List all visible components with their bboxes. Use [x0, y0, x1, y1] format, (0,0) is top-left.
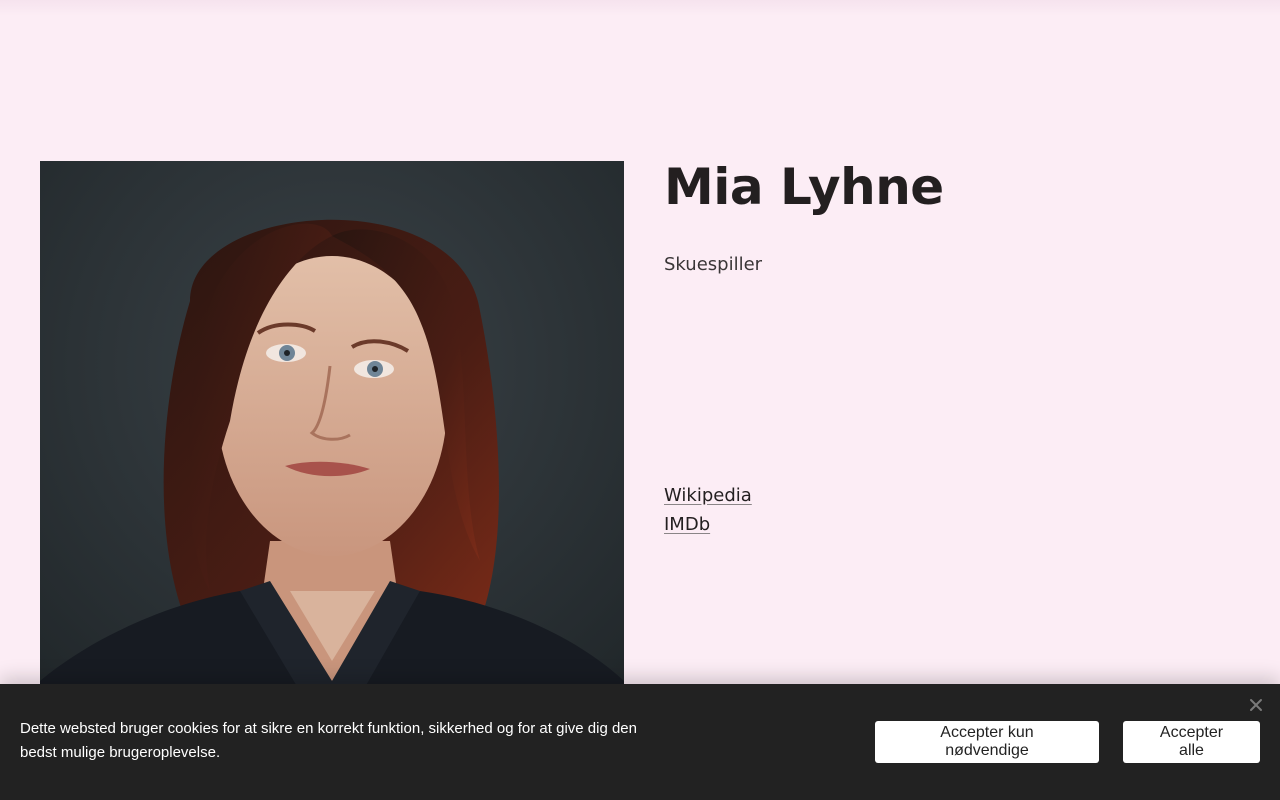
page: Mia Lyhne Skuespiller Wikipedia IMDb Det…: [0, 0, 1280, 800]
person-name: Mia Lyhne: [664, 158, 944, 216]
external-links: Wikipedia IMDb: [664, 481, 752, 539]
person-info: Mia Lyhne Skuespiller Wikipedia IMDb: [664, 155, 1240, 535]
imdb-link[interactable]: IMDb: [664, 510, 752, 539]
close-icon[interactable]: [1248, 698, 1264, 714]
top-strip: [0, 0, 1280, 16]
close-icon-glyph: [1250, 699, 1262, 711]
portrait-illustration: [40, 161, 624, 745]
cookie-message: Dette websted bruger cookies for at sikr…: [20, 720, 637, 761]
accept-necessary-button[interactable]: Accepter kun nødvendige: [875, 721, 1099, 763]
wikipedia-link[interactable]: Wikipedia: [664, 481, 752, 510]
cookie-banner: Dette websted bruger cookies for at sikr…: [0, 684, 1280, 800]
portrait-photo: [40, 161, 624, 745]
accept-all-button[interactable]: Accepter alle: [1123, 721, 1260, 763]
person-role: Skuespiller: [664, 254, 763, 275]
